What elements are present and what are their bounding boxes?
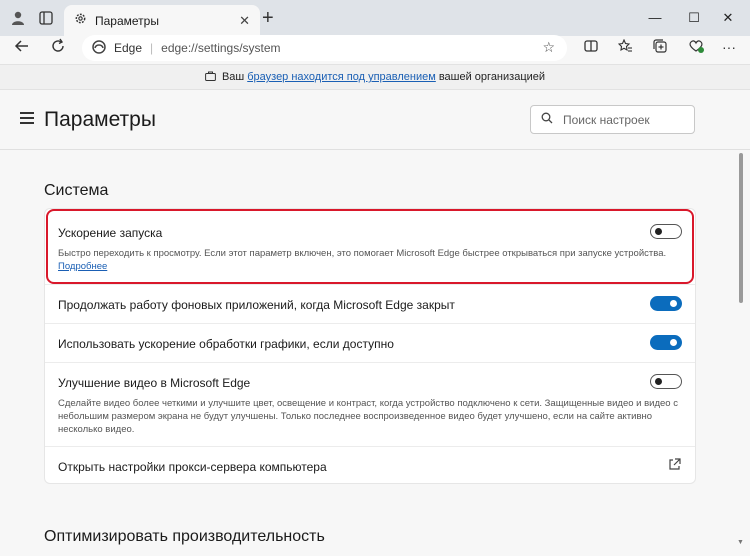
favorite-star-icon[interactable]: ☆	[542, 39, 555, 56]
setting-row-startup-boost: Ускорение запуска Быстро переходить к пр…	[45, 209, 695, 284]
section-title-performance: Оптимизировать производительность	[44, 528, 325, 545]
background-apps-toggle[interactable]	[650, 296, 682, 311]
url-text[interactable]: edge://settings/system	[161, 41, 280, 55]
search-placeholder: Поиск настроек	[563, 112, 650, 127]
banner-prefix: Ваш	[221, 71, 245, 83]
setting-row-hardware-acceleration: Использовать ускорение обработки графики…	[45, 323, 695, 362]
setting-row-video-enhancement: Улучшение видео в Microsoft Edge Сделайт…	[45, 362, 695, 446]
setting-row-background-apps: Продолжать работу фоновых приложений, ко…	[45, 284, 695, 323]
browser-essentials-icon[interactable]	[687, 39, 705, 56]
external-link-icon[interactable]	[668, 458, 681, 474]
startup-boost-label: Ускорение запуска	[58, 226, 163, 240]
scrollbar-thumb[interactable]	[739, 153, 743, 303]
more-menu-icon[interactable]: ···	[720, 39, 738, 55]
briefcase-icon	[205, 71, 216, 84]
system-settings-card: Ускорение запуска Быстро переходить к пр…	[44, 208, 696, 484]
favorites-icon[interactable]	[616, 38, 634, 56]
address-bar[interactable]: Edge | edge://settings/system ☆	[82, 35, 567, 61]
startup-boost-description: Быстро переходить к просмотру. Если этот…	[58, 248, 667, 272]
title-bar: Параметры ✕ + — ☐ ✕	[0, 0, 750, 36]
navigation-bar: Edge | edge://settings/system ☆ ···	[0, 35, 750, 61]
maximize-icon[interactable]: ☐	[686, 10, 702, 26]
window-close-icon[interactable]: ✕	[720, 10, 736, 26]
learn-more-link[interactable]: Подробнее	[58, 261, 107, 272]
page-title: Параметры	[44, 108, 156, 131]
video-enhancement-description: Сделайте видео более четкими и улучшите …	[58, 398, 678, 435]
background-apps-label: Продолжать работу фоновых приложений, ко…	[58, 298, 455, 312]
banner-managed-link[interactable]: браузер находится под управлением	[247, 71, 436, 83]
collections-icon[interactable]	[651, 39, 669, 56]
settings-header: Параметры Поиск настроек	[0, 90, 750, 150]
refresh-icon[interactable]	[50, 38, 66, 58]
proxy-settings-label: Открыть настройки прокси-сервера компьют…	[58, 460, 327, 474]
hardware-acceleration-label: Использовать ускорение обработки графики…	[58, 337, 394, 351]
back-arrow-icon[interactable]	[14, 38, 30, 58]
settings-search-input[interactable]: Поиск настроек	[530, 105, 695, 134]
banner-suffix: вашей организацией	[438, 71, 546, 83]
scroll-down-arrow-icon[interactable]: ▼	[737, 539, 744, 546]
edge-label: Edge	[114, 41, 143, 55]
gear-icon	[74, 12, 87, 30]
video-enhancement-toggle[interactable]	[650, 374, 682, 389]
hamburger-menu-icon[interactable]	[20, 112, 34, 127]
tab-settings[interactable]: Параметры ✕	[64, 5, 260, 36]
plus-icon[interactable]: +	[262, 8, 274, 28]
close-icon[interactable]: ✕	[239, 13, 250, 29]
scrollbar[interactable]: ▼	[737, 151, 744, 546]
edge-logo-icon	[92, 39, 106, 57]
startup-boost-toggle[interactable]	[650, 224, 682, 239]
hardware-acceleration-toggle[interactable]	[650, 335, 682, 350]
tab-actions-icon[interactable]	[36, 8, 56, 28]
setting-row-proxy[interactable]: Открыть настройки прокси-сервера компьют…	[45, 446, 695, 484]
address-divider: |	[150, 41, 154, 55]
tab-title: Параметры	[95, 13, 159, 28]
minimize-icon[interactable]: —	[647, 10, 663, 25]
profile-icon[interactable]	[8, 8, 28, 28]
search-icon	[541, 112, 553, 127]
section-title-system: Система	[44, 182, 109, 199]
video-enhancement-label: Улучшение видео в Microsoft Edge	[58, 376, 251, 390]
managed-browser-banner: Ваш браузер находится под управлением ва…	[0, 64, 750, 90]
split-screen-icon[interactable]	[582, 39, 600, 56]
